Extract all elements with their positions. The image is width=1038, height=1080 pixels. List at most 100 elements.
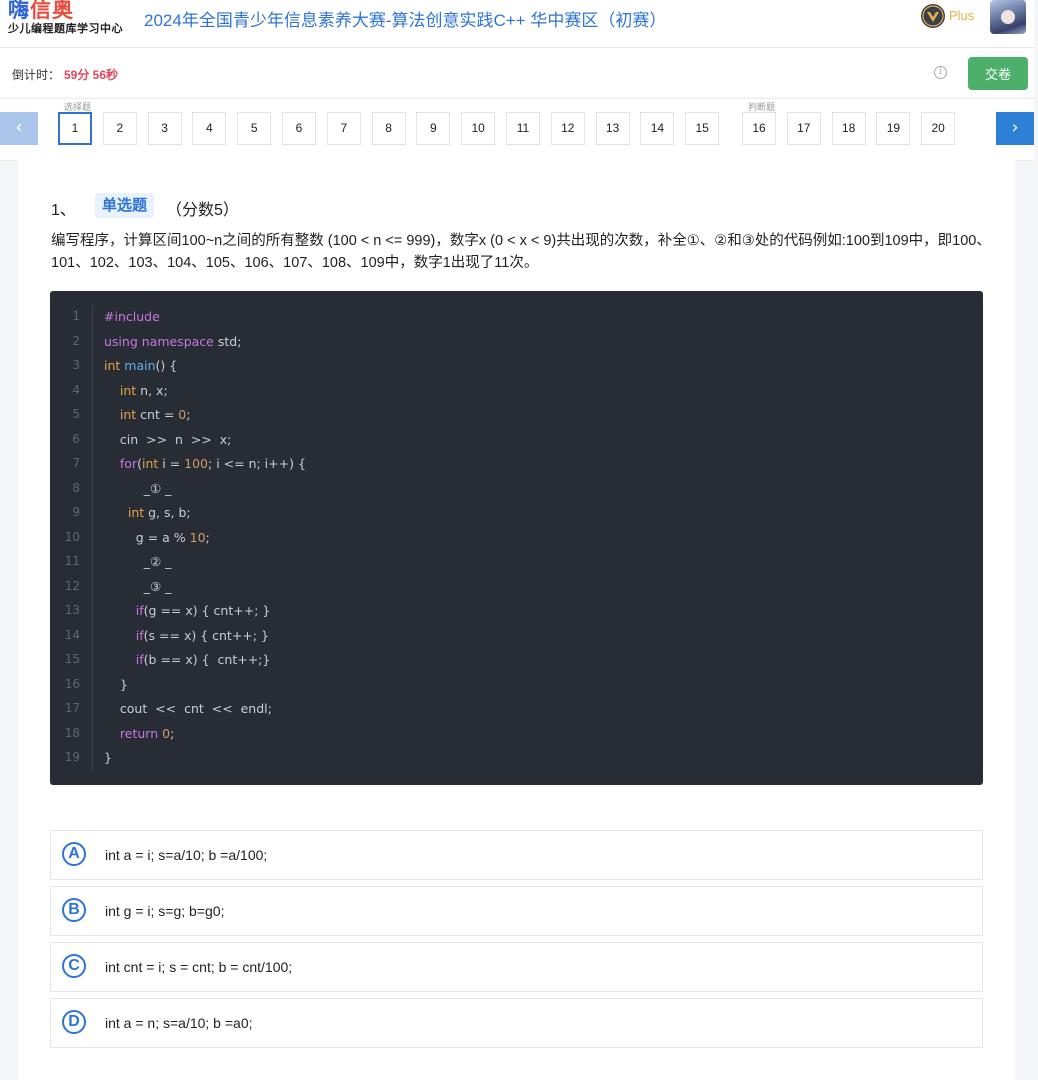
countdown-bar: 倒计时： 59分 56秒 i: [0, 48, 1034, 97]
code-line-text: #include: [104, 309, 160, 324]
code-line-number: 2: [72, 333, 80, 348]
code-line-number: 14: [64, 627, 80, 642]
vip-badge-icon[interactable]: [920, 3, 946, 29]
option-letter-badge: A: [62, 842, 86, 866]
question-type-badge: 单选题: [95, 193, 155, 218]
code-line-text: int g, s, b;: [127, 505, 191, 520]
question-panel: 1、 单选题 （分数5） 编写程序，计算区间100~n之间的所有整数 (100 …: [18, 160, 1015, 1080]
code-line-number: 15: [64, 652, 80, 666]
question-button-18[interactable]: 18: [831, 112, 866, 145]
code-line-number: 12: [64, 578, 80, 593]
code-line-text: }: [104, 676, 128, 692]
next-page-button[interactable]: ›: [996, 112, 1034, 145]
code-line: 19}: [50, 750, 983, 770]
code-line: 4 int n, x;: [50, 383, 983, 403]
vip-plus-label[interactable]: Plus: [949, 8, 974, 23]
code-line: 17 cout << cnt << endl;: [50, 701, 983, 721]
code-line: 12 _③ _: [50, 579, 983, 599]
code-line-text: _① _: [104, 480, 172, 496]
code-line-number: 1: [72, 309, 80, 323]
code-line: 14 if(s == x) { cnt++; }: [50, 628, 983, 648]
code-line-number: 10: [64, 529, 80, 544]
code-line-text: if(b == x) { cnt++;}: [135, 652, 271, 667]
code-line-number: 3: [72, 358, 80, 372]
question-button-15[interactable]: 15: [685, 112, 720, 145]
question-text: 编写程序，计算区间100~n之间的所有整数 (100 < n <= 999)，数…: [51, 233, 991, 271]
code-line: 2 using namespace std;: [50, 334, 983, 354]
code-line-text: return 0;: [119, 725, 175, 741]
question-button-17[interactable]: 17: [786, 112, 821, 145]
code-line-text: for(int i = 100; i <= n; i++) {: [119, 456, 306, 471]
question-button-20[interactable]: 20: [921, 112, 956, 145]
code-line: 7 for(int i = 100; i <= n; i++) {: [50, 456, 983, 476]
answer-option-a[interactable]: Aint a = i; s=a/10; b =a/100;: [50, 830, 983, 880]
option-text: int g = i; s=g; b=g0;: [105, 903, 225, 919]
code-line-number: 8: [72, 480, 80, 495]
question-button-4[interactable]: 4: [192, 112, 227, 145]
question-button-3[interactable]: 3: [147, 112, 182, 145]
option-letter-badge: C: [62, 954, 86, 978]
code-line-text: if(s == x) { cnt++; }: [135, 627, 269, 643]
question-navigator: ‹ 选择题 判断题 1 2 3 4 5 6 7 8 9 10 11 12 13 14 15 16 17 18 19 2…: [0, 98, 1034, 161]
code-line-text: int cnt = 0;: [119, 407, 191, 422]
exam-title: 2024年全国青少年信息素养大赛-算法创意实践C++ 华中赛区（初赛）: [144, 11, 667, 30]
code-line-number: 19: [64, 750, 80, 764]
code-line-number: 6: [72, 431, 80, 446]
option-letter-badge: B: [62, 898, 86, 922]
question-button-14[interactable]: 14: [640, 112, 675, 145]
code-line-number: 16: [64, 676, 80, 691]
question-button-5[interactable]: 5: [237, 112, 272, 145]
question-button-9[interactable]: 9: [416, 112, 451, 145]
submit-exam-button[interactable]: 交卷: [968, 57, 1028, 90]
answer-option-c[interactable]: Cint cnt = i; s = cnt; b = cnt/100;: [50, 942, 983, 992]
countdown-label: 倒计时：: [12, 68, 61, 82]
code-line: 18 return 0;: [50, 726, 983, 746]
code-line-text: _③ _: [104, 578, 172, 594]
code-line: 9 int g, s, b;: [50, 505, 983, 525]
code-line: 1 #include: [50, 309, 983, 329]
code-line-number: 18: [64, 725, 80, 740]
countdown-value: 59分 56秒: [64, 68, 119, 82]
question-button-19[interactable]: 19: [876, 112, 911, 145]
user-avatar[interactable]: [990, 0, 1026, 34]
code-line-text: _② _: [104, 554, 172, 569]
code-line: 15 if(b == x) { cnt++;}: [50, 652, 983, 672]
code-line-number: 17: [64, 701, 80, 715]
code-line: 13 if(g == x) { cnt++; }: [50, 603, 983, 623]
question-button-12[interactable]: 12: [550, 112, 585, 145]
question-button-2[interactable]: 2: [102, 112, 137, 145]
prev-page-button[interactable]: ‹: [0, 112, 38, 145]
option-text: int a = n; s=a/10; b =a0;: [105, 1015, 253, 1031]
code-line-text: int n, x;: [119, 382, 168, 398]
option-letter-badge: D: [62, 1010, 86, 1034]
code-line: 8 _① _: [50, 481, 983, 501]
code-line-number: 4: [72, 382, 80, 397]
question-button-8[interactable]: 8: [371, 112, 406, 145]
question-button-10[interactable]: 10: [461, 112, 496, 145]
question-button-16[interactable]: 16: [742, 112, 776, 145]
answer-option-d[interactable]: Dint a = n; s=a/10; b =a0;: [50, 998, 983, 1048]
code-line-number: 13: [64, 603, 80, 617]
code-line-number: 5: [72, 407, 80, 421]
code-line: 6 cin >> n >> x;: [50, 432, 983, 452]
code-block: 1 #include 2 using namespace std; 3 int main(…: [50, 291, 983, 785]
option-text: int a = i; s=a/10; b =a/100;: [105, 847, 268, 863]
code-line-text: if(g == x) { cnt++; }: [135, 603, 271, 618]
answer-option-b[interactable]: Bint g = i; s=g; b=g0;: [50, 886, 983, 936]
question-button-1[interactable]: 1: [58, 112, 92, 145]
code-line: 10 g = a % 10;: [50, 530, 983, 550]
question-score: （分数5）: [166, 202, 239, 219]
question-button-13[interactable]: 13: [595, 112, 630, 145]
code-line-text: cout << cnt << endl;: [104, 701, 272, 716]
info-icon[interactable]: i: [934, 66, 947, 79]
question-button-6[interactable]: 6: [282, 112, 316, 145]
question-number: 1、: [51, 202, 76, 219]
question-button-7[interactable]: 7: [326, 112, 361, 145]
logo-text-part1: 嗨: [8, 0, 30, 22]
question-button-11[interactable]: 11: [506, 112, 540, 145]
avatar-face: [1001, 10, 1015, 24]
code-line-number: 7: [72, 456, 80, 470]
code-line-text: int main() {: [104, 358, 178, 373]
code-line: 16 }: [50, 677, 983, 697]
code-line-text: using namespace std;: [104, 333, 242, 349]
